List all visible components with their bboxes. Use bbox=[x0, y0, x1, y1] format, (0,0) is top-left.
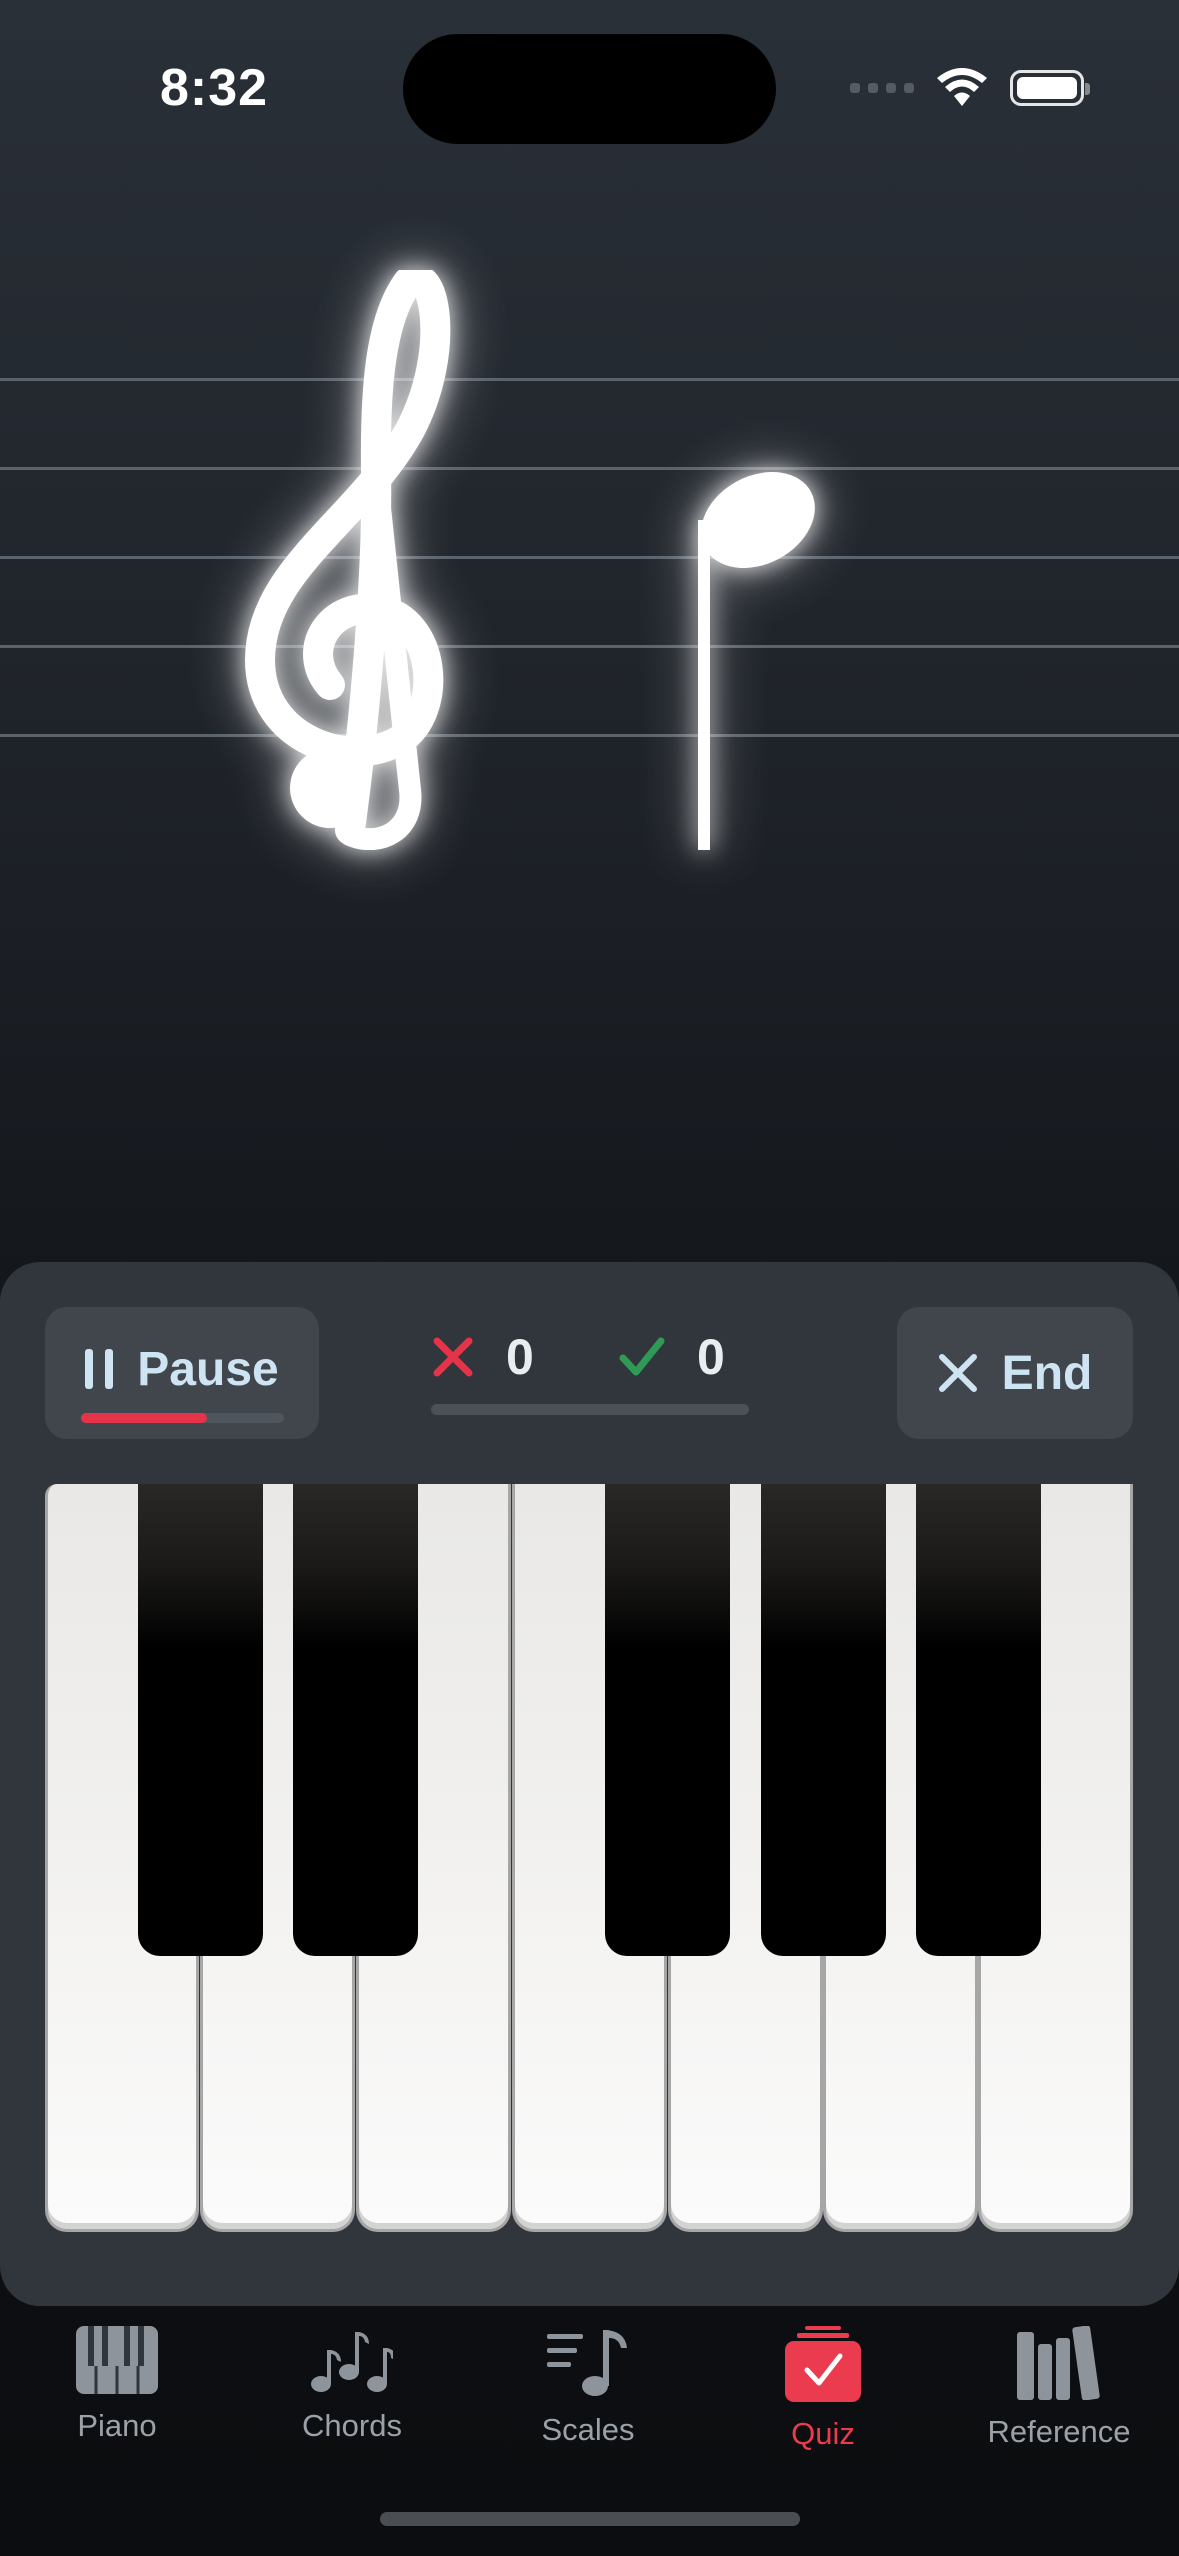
staff-line bbox=[0, 467, 1179, 470]
checkmark-icon bbox=[619, 1337, 665, 1376]
tab-label: Piano bbox=[77, 2408, 157, 2443]
staff-line bbox=[0, 645, 1179, 648]
quarter-note-icon bbox=[698, 472, 815, 850]
wrong-count: 0 bbox=[506, 1329, 534, 1385]
tab-label: Reference bbox=[987, 2414, 1131, 2449]
status-time: 8:32 bbox=[160, 59, 269, 117]
close-icon bbox=[938, 1354, 977, 1392]
pause-icon bbox=[85, 1349, 114, 1389]
pause-label: Pause bbox=[137, 1342, 279, 1396]
dynamic-island bbox=[403, 34, 776, 144]
tab-label: Scales bbox=[541, 2412, 635, 2447]
black-key-g-sharp[interactable] bbox=[761, 1484, 886, 1956]
quiz-icon bbox=[785, 2326, 861, 2402]
tab-reference[interactable]: Reference bbox=[959, 2326, 1159, 2450]
staff-line bbox=[0, 378, 1179, 381]
pause-progress-bar bbox=[81, 1413, 284, 1423]
scales-icon bbox=[547, 2330, 627, 2396]
staff-line bbox=[0, 734, 1179, 737]
tab-piano[interactable]: Piano bbox=[17, 2326, 217, 2444]
tab-label: Quiz bbox=[791, 2416, 855, 2451]
reference-icon bbox=[1017, 2326, 1100, 2400]
correct-score: 0 bbox=[619, 1328, 725, 1386]
score-progress-bar bbox=[431, 1404, 749, 1415]
correct-count: 0 bbox=[697, 1329, 725, 1385]
piano-icon bbox=[76, 2326, 158, 2394]
piano-keyboard bbox=[45, 1484, 1133, 2232]
status-indicators bbox=[850, 64, 1090, 112]
treble-clef-icon bbox=[245, 270, 451, 850]
pause-progress-fill bbox=[81, 1413, 207, 1423]
tab-scales[interactable]: Scales bbox=[488, 2326, 688, 2448]
staff-line bbox=[0, 556, 1179, 559]
tab-label: Chords bbox=[302, 2408, 402, 2443]
x-mark-icon bbox=[433, 1337, 473, 1377]
tab-chords[interactable]: Chords bbox=[252, 2326, 452, 2444]
black-key-d-sharp[interactable] bbox=[293, 1484, 418, 1956]
end-button[interactable]: End bbox=[897, 1307, 1133, 1439]
cellular-signal-icon bbox=[850, 83, 914, 93]
chords-icon bbox=[311, 2332, 393, 2392]
black-key-c-sharp[interactable] bbox=[138, 1484, 263, 1956]
tab-quiz[interactable]: Quiz bbox=[723, 2326, 923, 2452]
battery-icon bbox=[1010, 70, 1090, 106]
home-indicator bbox=[380, 2512, 800, 2526]
black-key-f-sharp[interactable] bbox=[605, 1484, 730, 1956]
wifi-icon bbox=[937, 68, 987, 106]
wrong-score: 0 bbox=[432, 1328, 534, 1386]
end-label: End bbox=[1001, 1346, 1093, 1400]
black-key-a-sharp[interactable] bbox=[916, 1484, 1041, 1956]
